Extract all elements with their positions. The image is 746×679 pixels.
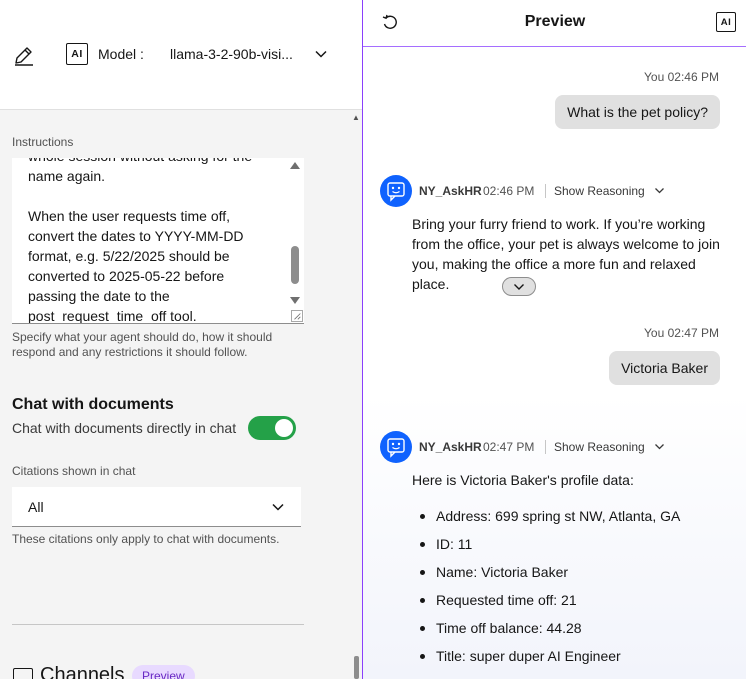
chat-with-documents-toggle[interactable] [248, 416, 296, 440]
citations-label: Citations shown in chat [12, 464, 136, 478]
list-item: Title: super duper AI Engineer [412, 646, 732, 674]
chatbot-icon [380, 431, 412, 463]
scroll-down-arrow-icon[interactable] [290, 297, 300, 304]
preview-tag: Preview [132, 665, 195, 679]
chevron-down-icon[interactable] [314, 47, 328, 61]
ai-icon[interactable]: AI [716, 12, 736, 32]
list-item: Name: Victoria Baker [412, 562, 732, 590]
show-reasoning-button[interactable]: Show Reasoning [554, 184, 645, 198]
agent-config-panel: AI Model : llama-3-2-90b-visi... ▲ Instr… [0, 0, 362, 679]
instructions-scrollbar[interactable] [288, 158, 302, 323]
scroll-up-arrow-icon[interactable] [290, 162, 300, 169]
toggle-knob [275, 419, 293, 437]
agent-message-time: 02:47 PM [483, 440, 535, 454]
list-item: Time off balance: 44.28 [412, 618, 732, 646]
user-message-bubble: Victoria Baker [609, 351, 720, 385]
scroll-thumb[interactable] [291, 246, 299, 284]
agent-name: NY_AskHR [419, 184, 482, 198]
list-item: Address: 699 spring st NW, Atlanta, GA [412, 506, 732, 534]
user-message-bubble: What is the pet policy? [555, 95, 720, 129]
instructions-helper-text: Specify what your agent should do, how i… [12, 330, 273, 359]
preview-header: Preview AI [363, 0, 746, 47]
chevron-down-icon [272, 503, 284, 511]
model-select-value[interactable]: llama-3-2-90b-visi... [170, 46, 305, 62]
citations-dropdown[interactable]: All [12, 487, 301, 527]
agent-message-time: 02:46 PM [483, 184, 535, 198]
panel-scroll-up[interactable]: ▲ [352, 113, 360, 122]
model-bar: AI Model : llama-3-2-90b-visi... [0, 0, 362, 110]
separator [545, 440, 546, 454]
agent-message-text: Here is Victoria Baker's profile data: [412, 472, 634, 488]
instructions-textarea[interactable]: whole session without asking for the nam… [12, 158, 304, 324]
channels-icon [13, 668, 33, 679]
panel-scrollbar[interactable] [354, 656, 359, 679]
chatbot-icon [380, 175, 412, 207]
divider [12, 624, 304, 625]
list-item: ID: 11 [412, 534, 732, 562]
list-item: Requested time off: 21 [412, 590, 732, 618]
chat-with-documents-subtitle: Chat with documents directly in chat [12, 420, 237, 436]
separator [545, 184, 546, 198]
channels-title: Channels [40, 664, 125, 679]
chat-with-documents-title: Chat with documents [12, 396, 174, 413]
expand-message-button[interactable] [502, 277, 536, 296]
edit-icon[interactable] [13, 44, 35, 66]
chevron-down-icon[interactable] [654, 441, 665, 452]
ai-icon: AI [66, 43, 88, 65]
resize-handle[interactable] [291, 310, 303, 322]
user-message-meta: You 02:46 PM [644, 70, 719, 84]
agent-message-text: Bring your furry friend to work. If you’… [412, 216, 720, 292]
citations-helper-text: These citations only apply to chat with … [12, 532, 280, 546]
chevron-down-icon [514, 284, 524, 290]
chevron-down-icon[interactable] [654, 185, 665, 196]
preview-title: Preview [524, 13, 586, 30]
instructions-label: Instructions [12, 135, 74, 149]
user-message-meta: You 02:47 PM [644, 326, 719, 340]
profile-data-list: Address: 699 spring st NW, Atlanta, GA I… [412, 506, 732, 674]
preview-panel: Preview AI You 02:46 PM What is the pet … [362, 0, 746, 679]
show-reasoning-button[interactable]: Show Reasoning [554, 440, 645, 454]
model-label: Model : [98, 46, 144, 62]
citations-selected-value: All [28, 499, 44, 515]
instructions-text[interactable]: whole session without asking for the nam… [28, 158, 268, 323]
agent-name: NY_AskHR [419, 440, 482, 454]
